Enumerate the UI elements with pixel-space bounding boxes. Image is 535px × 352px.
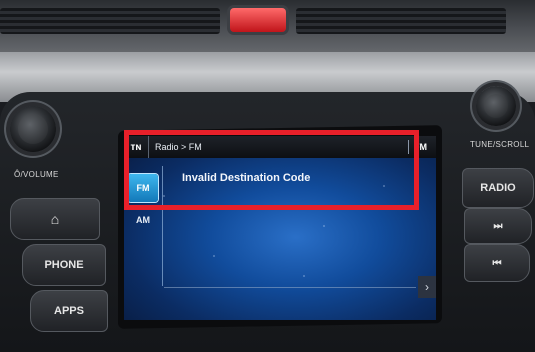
tune-scroll-knob[interactable]: [476, 86, 516, 126]
tune-scroll-label: TUNE/SCROLL: [470, 140, 530, 149]
air-vent-right: [296, 8, 506, 34]
tab-am[interactable]: AM: [128, 206, 158, 234]
seek-forward-button[interactable]: ⏭: [464, 208, 532, 244]
apps-button-label: APPS: [54, 305, 84, 317]
hazard-button[interactable]: [230, 8, 286, 32]
phone-button[interactable]: PHONE: [22, 244, 106, 286]
list-divider: [164, 287, 416, 288]
scroll-next-icon[interactable]: ›: [418, 276, 436, 298]
phone-button-label: PHONE: [44, 259, 84, 271]
air-vent-left: [0, 8, 220, 34]
volume-knob-label: Ô/VOLUME: [14, 170, 59, 179]
skip-forward-icon: ⏭: [493, 220, 503, 232]
home-icon: ⌂: [50, 211, 60, 227]
seek-back-button[interactable]: ⏮: [464, 244, 530, 282]
radio-button-label: RADIO: [480, 182, 516, 194]
apps-button[interactable]: APPS: [30, 290, 108, 332]
radio-button[interactable]: RADIO: [462, 168, 534, 208]
volume-knob[interactable]: [10, 106, 56, 152]
home-button[interactable]: ⌂: [10, 198, 100, 240]
skip-back-icon: ⏮: [492, 257, 502, 269]
annotation-highlight-box: [124, 130, 419, 210]
